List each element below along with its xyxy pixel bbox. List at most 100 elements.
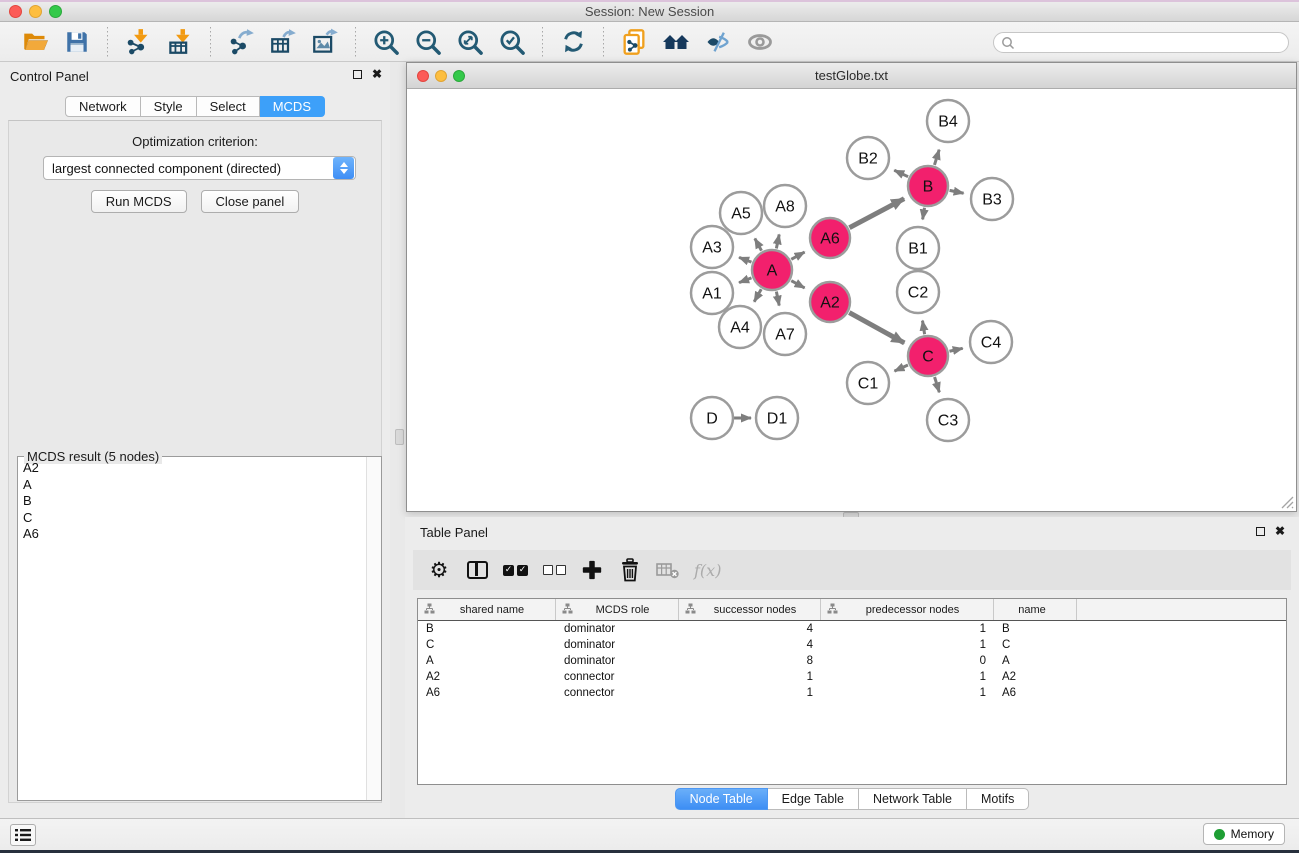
refresh-button[interactable] bbox=[558, 26, 588, 58]
edge-B-B3[interactable] bbox=[950, 190, 964, 193]
close-table-panel-icon[interactable]: ✖ bbox=[1275, 526, 1285, 536]
tab-network[interactable]: Network bbox=[65, 96, 141, 117]
tab-edge-table[interactable]: Edge Table bbox=[768, 788, 859, 810]
node-C1[interactable]: C1 bbox=[847, 362, 889, 404]
float-table-panel-icon[interactable] bbox=[1256, 527, 1265, 536]
save-session-button[interactable] bbox=[62, 26, 92, 58]
edge-A-A7[interactable] bbox=[776, 292, 779, 306]
deselect-all-button[interactable] bbox=[542, 556, 566, 584]
table-settings-button[interactable]: ⚙ bbox=[427, 556, 451, 584]
node-A3[interactable]: A3 bbox=[691, 226, 733, 268]
node-C4[interactable]: C4 bbox=[970, 321, 1012, 363]
memory-button[interactable]: Memory bbox=[1203, 823, 1285, 845]
result-list-item[interactable]: B bbox=[19, 493, 365, 510]
function-builder-button[interactable]: f(x) bbox=[694, 556, 721, 584]
table-row-A[interactable]: Adominator80A bbox=[418, 653, 1286, 669]
result-list-item[interactable]: A6 bbox=[19, 526, 365, 543]
table-row-A6[interactable]: A6connector11A6 bbox=[418, 685, 1286, 701]
close-panel-icon[interactable]: ✖ bbox=[372, 69, 382, 79]
edge-C-C4[interactable] bbox=[949, 348, 962, 351]
edge-B-B4[interactable] bbox=[934, 150, 939, 165]
task-history-button[interactable] bbox=[10, 824, 36, 846]
delete-table-button[interactable] bbox=[656, 556, 680, 584]
edge-A-A5[interactable] bbox=[755, 238, 762, 250]
column-header-predecessor-nodes[interactable]: predecessor nodes bbox=[821, 599, 994, 620]
node-D1[interactable]: D1 bbox=[756, 397, 798, 439]
export-network-button[interactable] bbox=[226, 26, 256, 58]
tab-mcds[interactable]: MCDS bbox=[260, 96, 325, 117]
node-B3[interactable]: B3 bbox=[971, 178, 1013, 220]
node-B1[interactable]: B1 bbox=[897, 227, 939, 269]
show-columns-button[interactable] bbox=[465, 556, 489, 584]
column-header-name[interactable]: name bbox=[994, 599, 1077, 620]
edge-A-A2[interactable] bbox=[791, 281, 804, 288]
edge-A6-B[interactable] bbox=[849, 199, 904, 228]
node-C2[interactable]: C2 bbox=[897, 271, 939, 313]
new-network-from-selection-button[interactable] bbox=[619, 26, 649, 58]
edge-A-A4[interactable] bbox=[754, 289, 761, 302]
result-list-item[interactable]: C bbox=[19, 510, 365, 527]
node-A8[interactable]: A8 bbox=[764, 185, 806, 227]
node-A1[interactable]: A1 bbox=[691, 272, 733, 314]
open-session-button[interactable] bbox=[20, 26, 50, 58]
select-all-button[interactable]: ✓ ✓ bbox=[503, 556, 528, 584]
import-network-button[interactable] bbox=[123, 26, 153, 58]
tab-motifs[interactable]: Motifs bbox=[967, 788, 1029, 810]
run-mcds-button[interactable]: Run MCDS bbox=[91, 190, 187, 213]
result-list-item[interactable]: A bbox=[19, 477, 365, 494]
node-B4[interactable]: B4 bbox=[927, 100, 969, 142]
table-row-C[interactable]: Cdominator41C bbox=[418, 637, 1286, 653]
show-hide-details-button[interactable] bbox=[703, 26, 733, 58]
column-header-successor-nodes[interactable]: successor nodes bbox=[679, 599, 821, 620]
result-list-scrollbar[interactable] bbox=[366, 457, 381, 800]
edge-A-A1[interactable] bbox=[739, 278, 751, 283]
zoom-out-button[interactable] bbox=[413, 26, 443, 58]
home-layout-button[interactable] bbox=[661, 26, 691, 58]
edge-A-A3[interactable] bbox=[739, 257, 751, 262]
result-list-item[interactable]: A2 bbox=[19, 460, 365, 477]
table-row-B[interactable]: Bdominator41B bbox=[418, 621, 1286, 637]
float-panel-icon[interactable] bbox=[353, 70, 362, 79]
table-row-A2[interactable]: A2connector11A2 bbox=[418, 669, 1286, 685]
node-D[interactable]: D bbox=[691, 397, 733, 439]
node-A7[interactable]: A7 bbox=[764, 313, 806, 355]
close-panel-button[interactable]: Close panel bbox=[201, 190, 300, 213]
edge-A2-C[interactable] bbox=[849, 313, 904, 343]
import-table-button[interactable] bbox=[165, 26, 195, 58]
network-canvas[interactable]: B4 B2 B B3 A8A5 A6 A3 B1 A C2 A1 A2 A4A7 C4 C C1 C3 D D1 bbox=[407, 89, 1296, 511]
zoom-in-button[interactable] bbox=[371, 26, 401, 58]
edge-C-C2[interactable] bbox=[922, 321, 924, 335]
node-A4[interactable]: A4 bbox=[719, 306, 761, 348]
zoom-selected-button[interactable] bbox=[497, 26, 527, 58]
node-C3[interactable]: C3 bbox=[927, 399, 969, 441]
optimization-criterion-dropdown[interactable]: largest connected component (directed) bbox=[43, 156, 356, 180]
node-A6[interactable]: A6 bbox=[810, 218, 850, 258]
column-header-MCDS-role[interactable]: MCDS role bbox=[556, 599, 679, 620]
edge-A-A6[interactable] bbox=[791, 252, 804, 259]
zoom-fit-button[interactable] bbox=[455, 26, 485, 58]
edge-B-B2[interactable] bbox=[894, 170, 908, 176]
node-A2[interactable]: A2 bbox=[810, 282, 850, 322]
edge-C-C1[interactable] bbox=[894, 365, 907, 371]
search-input[interactable] bbox=[993, 32, 1289, 53]
tab-style[interactable]: Style bbox=[141, 96, 197, 117]
export-table-button[interactable] bbox=[268, 26, 298, 58]
edge-C-C3[interactable] bbox=[935, 377, 940, 392]
edge-B-B1[interactable] bbox=[923, 208, 925, 220]
node-B[interactable]: B bbox=[908, 166, 948, 206]
birds-eye-view-button[interactable] bbox=[745, 26, 775, 58]
tab-select[interactable]: Select bbox=[197, 96, 260, 117]
column-header-shared-name[interactable]: shared name bbox=[418, 599, 556, 620]
tab-node-table[interactable]: Node Table bbox=[675, 788, 768, 810]
vertical-splitter-handle[interactable] bbox=[395, 429, 404, 445]
delete-column-button[interactable] bbox=[618, 556, 642, 584]
resize-grip-icon[interactable] bbox=[1281, 496, 1294, 509]
edge-A-A8[interactable] bbox=[776, 234, 779, 248]
node-B2[interactable]: B2 bbox=[847, 137, 889, 179]
node-A[interactable]: A bbox=[752, 250, 792, 290]
export-image-button[interactable] bbox=[310, 26, 340, 58]
node-A5[interactable]: A5 bbox=[720, 192, 762, 234]
node-C[interactable]: C bbox=[908, 336, 948, 376]
tab-network-table[interactable]: Network Table bbox=[859, 788, 967, 810]
add-column-button[interactable] bbox=[580, 556, 604, 584]
